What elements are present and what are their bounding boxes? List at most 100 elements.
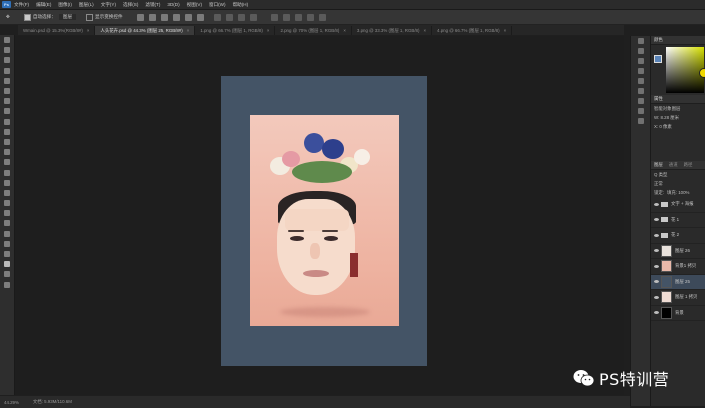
close-icon[interactable]: × <box>423 28 426 33</box>
visibility-eye-icon[interactable] <box>654 202 659 206</box>
close-icon[interactable]: × <box>504 28 507 33</box>
layer-row[interactable]: 背景 <box>651 306 705 321</box>
character-panel-button[interactable] <box>631 66 650 76</box>
3d-roll-icon[interactable] <box>294 13 302 21</box>
auto-select-dropdown[interactable]: 图层 <box>58 14 77 20</box>
shape-tool[interactable] <box>0 218 14 228</box>
properties-x[interactable]: X: 0 像素 <box>651 122 705 131</box>
visibility-eye-icon[interactable] <box>654 249 659 253</box>
3d-drag-icon[interactable] <box>306 13 314 21</box>
crop-tool[interactable] <box>0 76 14 86</box>
align-center-icon[interactable] <box>148 13 156 21</box>
align-top-icon[interactable] <box>172 13 180 21</box>
layer-filter[interactable]: Q 类型 <box>651 170 705 179</box>
menu-item-layer[interactable]: 图层(L) <box>79 2 94 8</box>
tab-4-png[interactable]: 4.png @ 66.7% (图层 1, RGB/8) × <box>432 26 513 35</box>
menu-item-edit[interactable]: 编辑(E) <box>36 2 51 8</box>
visibility-eye-icon[interactable] <box>654 218 659 222</box>
properties-width[interactable]: W: 8.28 厘米 <box>651 113 705 122</box>
align-middle-icon[interactable] <box>184 13 192 21</box>
visibility-eye-icon[interactable] <box>654 233 659 237</box>
eyedropper-tool[interactable] <box>0 96 14 106</box>
layer-row[interactable]: 文字 + 海报 <box>651 197 705 213</box>
hand-tool[interactable] <box>0 229 14 239</box>
foreground-color[interactable] <box>0 259 14 269</box>
styles-panel-button[interactable] <box>631 96 650 106</box>
paragraph-panel-button[interactable] <box>631 76 650 86</box>
menu-item-file[interactable]: 文件(F) <box>14 2 29 8</box>
color-picker-ring[interactable] <box>699 68 705 78</box>
menu-item-type[interactable]: 文字(Y) <box>101 2 116 8</box>
close-icon[interactable]: × <box>87 28 90 33</box>
healing-tool[interactable] <box>0 106 14 116</box>
screen-mode-button[interactable] <box>0 280 14 290</box>
type-tool[interactable] <box>0 198 14 208</box>
close-icon[interactable]: × <box>187 28 190 33</box>
menu-item-3d[interactable]: 3D(D) <box>167 2 179 7</box>
move-tool[interactable] <box>0 35 14 45</box>
visibility-eye-icon[interactable] <box>654 295 659 299</box>
path-select-tool[interactable] <box>0 208 14 218</box>
quick-mask-button[interactable] <box>0 269 14 279</box>
info-panel-button[interactable] <box>631 56 650 66</box>
visibility-eye-icon[interactable] <box>654 311 659 315</box>
distribute-icon[interactable] <box>213 13 221 21</box>
dodge-tool[interactable] <box>0 178 14 188</box>
layer-row[interactable]: 背景1 拷贝 <box>651 259 705 275</box>
history-brush-tool[interactable] <box>0 137 14 147</box>
distribute-2-icon[interactable] <box>225 13 233 21</box>
zoom-level[interactable]: 44.29% <box>4 400 19 405</box>
auto-select-checkbox[interactable] <box>23 13 31 21</box>
properties-panel-button[interactable] <box>631 116 650 126</box>
3d-slide-icon[interactable] <box>318 13 326 21</box>
tab-3-png[interactable]: 3.png @ 33.3% (图层 1, RGB/8) × <box>352 26 433 35</box>
blur-tool[interactable] <box>0 167 14 177</box>
tab-face-flowers[interactable]: 人头花卉.psd @ 44.3% (图层 25, RGB/8#) × <box>95 26 196 35</box>
pen-tool[interactable] <box>0 188 14 198</box>
align-bottom-icon[interactable] <box>196 13 204 21</box>
blend-mode-select[interactable]: 正常 <box>651 179 705 188</box>
distribute-3-icon[interactable] <box>237 13 245 21</box>
3d-mode-icon[interactable] <box>270 13 278 21</box>
distribute-4-icon[interactable] <box>249 13 257 21</box>
brush-panel-button[interactable] <box>631 46 650 56</box>
marquee-tool[interactable] <box>0 45 14 55</box>
artwork-image[interactable] <box>250 115 399 326</box>
stamp-tool[interactable] <box>0 127 14 137</box>
frame-tool[interactable] <box>0 86 14 96</box>
history-panel-button[interactable] <box>631 36 650 46</box>
layer-row[interactable]: 图层 26 <box>651 244 705 259</box>
adjustments-panel-button[interactable] <box>631 86 650 96</box>
zoom-tool[interactable] <box>0 239 14 249</box>
foreground-swatch[interactable] <box>654 55 662 63</box>
menu-item-filter[interactable]: 滤镜(T) <box>145 2 160 8</box>
visibility-eye-icon[interactable] <box>654 280 659 284</box>
show-transform-checkbox[interactable] <box>86 13 94 21</box>
fill-value[interactable]: 填充: 100% <box>667 190 689 196</box>
color-panel-header[interactable]: 颜色 <box>651 36 705 45</box>
menu-item-view[interactable]: 视图(V) <box>187 2 202 8</box>
brush-tool[interactable] <box>0 117 14 127</box>
tab-layers[interactable]: 图层 <box>654 162 663 168</box>
visibility-eye-icon[interactable] <box>654 264 659 268</box>
tab-channels[interactable]: 通道 <box>669 162 678 168</box>
more-tools[interactable] <box>0 249 14 259</box>
menu-item-select[interactable]: 选择(S) <box>123 2 138 8</box>
swatches-panel-button[interactable] <box>631 106 650 116</box>
properties-panel-header[interactable]: 属性 <box>651 95 705 104</box>
menu-item-image[interactable]: 图像(I) <box>58 2 72 8</box>
close-icon[interactable]: × <box>267 28 270 33</box>
tab-2-png[interactable]: 2.png @ 70% (图层 1, RGB/8) × <box>275 26 352 35</box>
layer-row[interactable]: 花 2 <box>651 228 705 244</box>
tab-wmain[interactable]: Wmain.psd @ 15.3%(RGB/8#) × <box>18 26 96 35</box>
close-icon[interactable]: × <box>343 28 346 33</box>
menu-item-window[interactable]: 窗口(W) <box>209 2 226 8</box>
align-right-icon[interactable] <box>160 13 168 21</box>
eraser-tool[interactable] <box>0 147 14 157</box>
color-swatches[interactable] <box>654 55 662 63</box>
layer-row[interactable]: 花 1 <box>651 213 705 228</box>
tab-paths[interactable]: 路径 <box>684 162 693 168</box>
align-left-icon[interactable] <box>136 13 144 21</box>
tab-1-png[interactable]: 1.png @ 66.7% (图层 1, RGB/8) × <box>195 26 276 35</box>
3d-rotate-icon[interactable] <box>282 13 290 21</box>
